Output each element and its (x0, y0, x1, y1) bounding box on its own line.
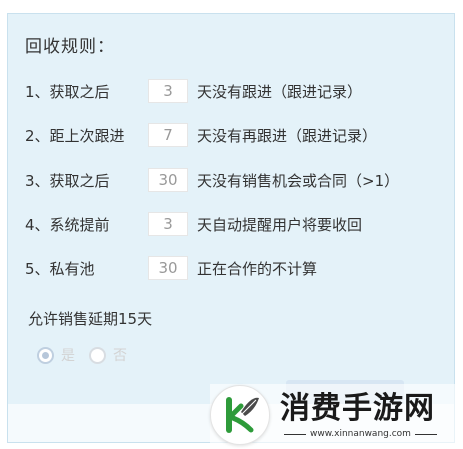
watermark: 消费手游网 www.xinnanwang.com (210, 384, 460, 446)
rule-label: 1、获取之后 (25, 82, 110, 101)
divider (284, 433, 306, 435)
recycle-rules-panel: 回收规则： 1、获取之后 天没有跟进（跟进记录） 2、距上次跟进 天没有再跟进（… (7, 13, 455, 443)
rule-description: 天没有销售机会或合同（>1） (197, 171, 400, 190)
rule-days-input[interactable] (148, 123, 188, 147)
rule-description: 天自动提醒用户将要收回 (197, 215, 363, 234)
rule-label: 5、私有池 (25, 259, 95, 278)
leaf-k-logo-icon (210, 385, 270, 445)
rule-days-input[interactable] (148, 256, 188, 280)
rule-label: 4、系统提前 (25, 215, 110, 234)
panel-title: 回收规则： (25, 37, 115, 57)
rule-label: 2、距上次跟进 (25, 126, 125, 145)
extension-radio-group: 是 否 (37, 345, 141, 365)
rule-days-input[interactable] (148, 79, 188, 103)
radio-label: 否 (113, 348, 127, 364)
watermark-brand: 消费手游网 (280, 391, 435, 426)
watermark-url-row: www.xinnanwang.com (280, 429, 441, 439)
rule-label: 3、获取之后 (25, 171, 110, 190)
rule-description: 正在合作的不计算 (197, 259, 318, 278)
rule-days-input[interactable] (148, 168, 188, 192)
rule-days-input[interactable] (148, 212, 188, 236)
extension-label: 允许销售延期15天 (28, 310, 153, 328)
rule-row-2: 2、距上次跟进 天没有再跟进（跟进记录） (25, 122, 377, 148)
radio-option-no[interactable]: 否 (89, 345, 127, 365)
divider (414, 433, 437, 435)
watermark-text: 消费手游网 www.xinnanwang.com (280, 391, 441, 439)
radio-option-yes[interactable]: 是 (37, 345, 75, 365)
radio-label: 是 (61, 348, 75, 364)
radio-checked-icon[interactable] (37, 346, 54, 364)
rule-row-3: 3、获取之后 天没有销售机会或合同（>1） (25, 167, 399, 193)
rule-description: 天没有再跟进（跟进记录） (197, 126, 378, 145)
radio-unchecked-icon[interactable] (89, 346, 106, 364)
watermark-url: www.xinnanwang.com (310, 429, 411, 439)
rule-row-4: 4、系统提前 天自动提醒用户将要收回 (25, 211, 362, 237)
rule-row-1: 1、获取之后 天没有跟进（跟进记录） (25, 78, 362, 104)
rule-description: 天没有跟进（跟进记录） (197, 82, 363, 101)
rule-row-5: 5、私有池 正在合作的不计算 (25, 255, 317, 281)
